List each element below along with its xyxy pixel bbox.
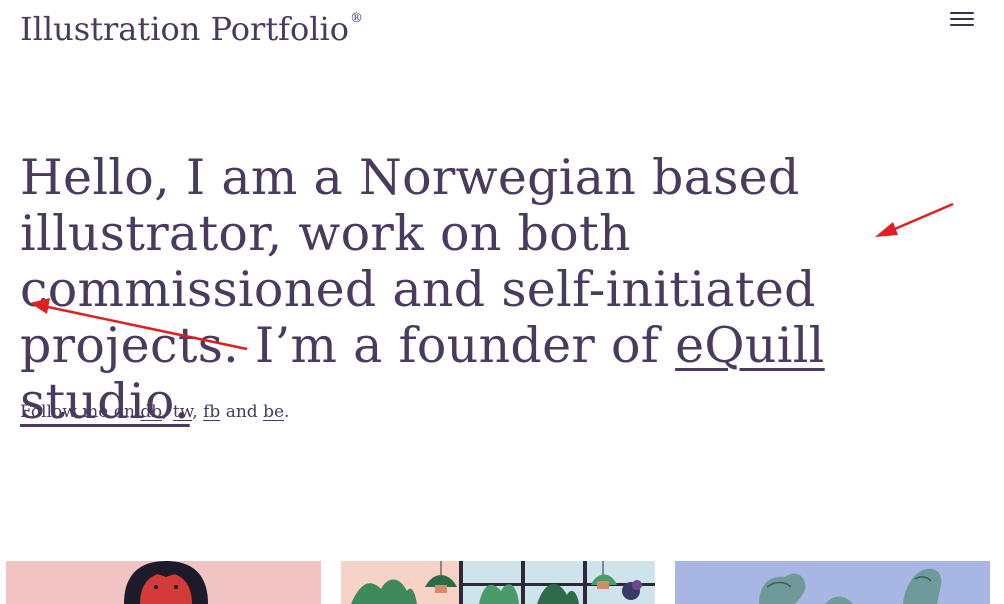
registered-mark: ® xyxy=(350,11,364,26)
dribbble-link[interactable]: db xyxy=(140,402,162,422)
portfolio-thumb-arm[interactable] xyxy=(675,561,990,604)
portfolio-thumb-portrait[interactable] xyxy=(6,561,321,604)
logo-text: Illustration Portfolio xyxy=(20,10,350,48)
behance-link[interactable]: be xyxy=(263,402,284,422)
arm-illustration xyxy=(675,561,990,604)
hanging-plants-illustration xyxy=(341,561,655,604)
follow-line: Follow me on db, tw, fb and be. xyxy=(20,402,290,422)
portfolio-thumb-plants[interactable] xyxy=(341,561,655,604)
follow-prefix: Follow me on xyxy=(20,402,141,422)
portrait-illustration xyxy=(6,561,321,604)
hamburger-menu-icon[interactable] xyxy=(950,10,974,28)
intro-headline: Hello, I am a Norwegian based illustrato… xyxy=(20,150,980,430)
site-logo[interactable]: Illustration Portfolio® xyxy=(20,0,363,48)
twitter-link[interactable]: tw xyxy=(173,402,192,422)
facebook-link[interactable]: fb xyxy=(203,402,220,422)
